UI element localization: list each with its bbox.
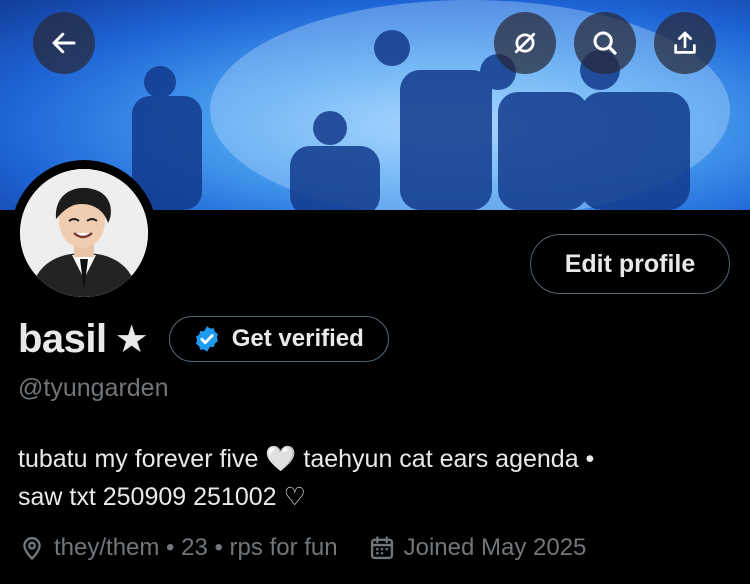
share-icon [674, 31, 696, 54]
bio-line-2: saw txt 250909 251002 ♡ [18, 483, 306, 511]
display-name: basil [18, 316, 107, 361]
calendar-icon [370, 536, 393, 560]
joined-text: Joined May 2025 [403, 534, 587, 561]
bio-line-1: tubatu my forever five 🤍 taehyun cat ear… [18, 445, 595, 473]
grok-button[interactable] [494, 12, 556, 74]
profile-meta: they/them • 23 • rps for fun Joined May … [18, 534, 586, 562]
search-button[interactable] [574, 12, 636, 74]
profile-handle: @tyungarden [18, 374, 169, 402]
star-icon: ★ [114, 318, 149, 361]
share-button[interactable] [654, 12, 716, 74]
avatar-photo [20, 169, 148, 297]
location-text: they/them • 23 • rps for fun [54, 534, 338, 561]
grok-icon [514, 32, 536, 54]
back-button[interactable] [33, 12, 95, 74]
edit-profile-button[interactable]: Edit profile [530, 234, 730, 294]
arrow-left-icon [52, 32, 76, 54]
get-verified-label: Get verified [231, 325, 364, 352]
location-pin-icon [23, 536, 41, 561]
name-row: basil ★ Get verified [18, 316, 389, 362]
avatar [20, 169, 148, 297]
get-verified-button[interactable]: Get verified [168, 316, 389, 362]
location-item: they/them • 23 • rps for fun [18, 534, 338, 562]
verified-badge-icon [195, 326, 218, 352]
avatar-container[interactable] [11, 160, 157, 306]
profile-bio: tubatu my forever five 🤍 taehyun cat ear… [18, 440, 738, 516]
joined-item: Joined May 2025 [368, 534, 587, 562]
search-icon [593, 31, 617, 55]
